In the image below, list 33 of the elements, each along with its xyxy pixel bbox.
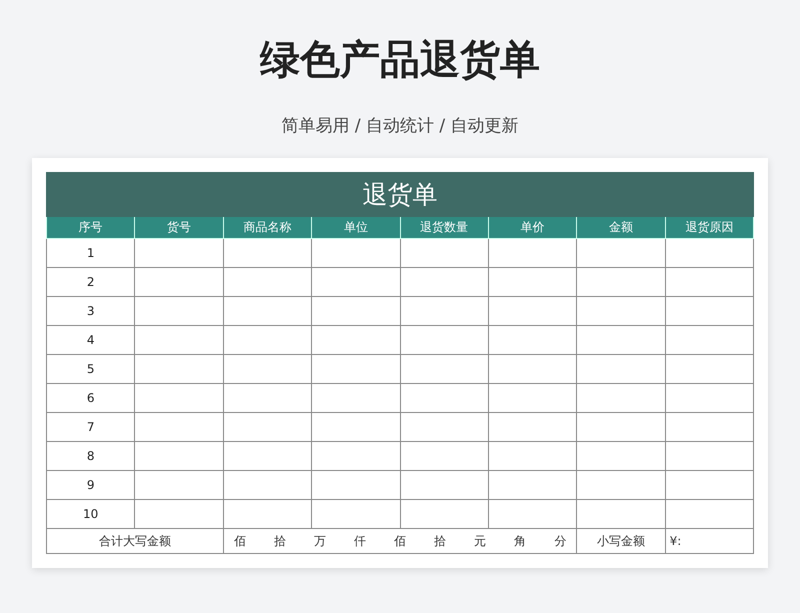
total-label: 合计大写金额 bbox=[46, 528, 224, 554]
amount-unit: 佰 bbox=[394, 532, 406, 550]
column-header: 货号 bbox=[134, 216, 224, 238]
row-number: 5 bbox=[46, 354, 135, 384]
row-number: 1 bbox=[46, 238, 135, 268]
amount-unit: 元 bbox=[474, 532, 486, 550]
row-number: 7 bbox=[46, 412, 135, 442]
row-number: 4 bbox=[46, 326, 135, 354]
row-number: 3 bbox=[46, 296, 135, 326]
sheet-title: 退货单 bbox=[46, 172, 754, 216]
row-number: 2 bbox=[46, 268, 135, 296]
column-header: 单位 bbox=[312, 216, 400, 238]
column-header: 金额 bbox=[576, 216, 666, 238]
amount-unit: 分 bbox=[554, 532, 566, 550]
page-subtitle: 简单易用 / 自动统计 / 自动更新 bbox=[281, 115, 519, 138]
column-header: 商品名称 bbox=[223, 216, 312, 238]
amount-unit: 仟 bbox=[354, 532, 366, 550]
currency-symbol: ¥: bbox=[665, 528, 754, 554]
column-header: 单价 bbox=[488, 216, 577, 238]
column-header: 退货数量 bbox=[400, 216, 488, 238]
figure-label: 小写金额 bbox=[576, 528, 666, 554]
page-title: 绿色产品退货单 bbox=[260, 36, 540, 85]
row-number: 10 bbox=[46, 500, 135, 528]
row-number: 9 bbox=[46, 470, 135, 500]
row-number: 8 bbox=[46, 442, 135, 470]
amount-unit: 佰 bbox=[234, 532, 246, 550]
amount-unit: 拾 bbox=[434, 532, 446, 550]
amount-unit: 拾 bbox=[274, 532, 286, 550]
column-header: 退货原因 bbox=[665, 216, 754, 238]
amount-unit: 角 bbox=[514, 532, 526, 550]
column-header: 序号 bbox=[46, 216, 135, 238]
amount-unit: 万 bbox=[314, 532, 326, 550]
row-number: 6 bbox=[46, 384, 135, 412]
